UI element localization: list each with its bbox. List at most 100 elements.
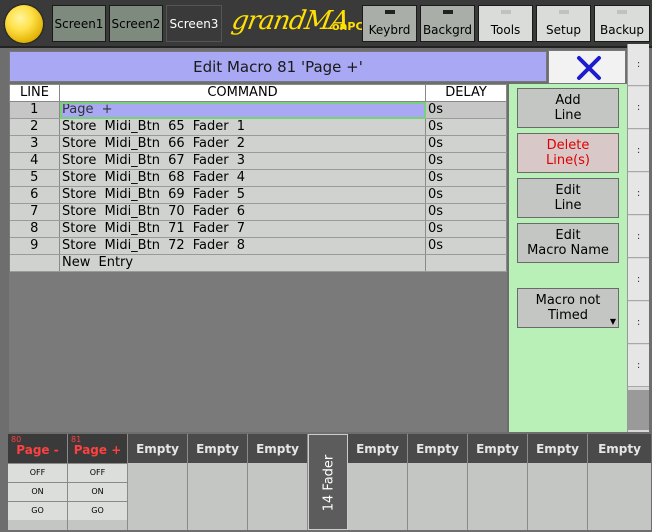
table-row[interactable]: 4 Store Midi_Btn 67 Fader 3 0s [9, 152, 507, 170]
command-cell[interactable]: Store Midi_Btn 65 Fader 1 [59, 118, 426, 136]
scroll-button-5[interactable]: : [628, 216, 649, 258]
scroll-button-3[interactable]: : [628, 130, 649, 172]
scroll-button-7[interactable]: : [628, 302, 649, 344]
new-entry-row[interactable]: New Entry [9, 254, 507, 272]
new-entry-cell[interactable]: New Entry [59, 254, 426, 272]
table-row[interactable]: 9 Store Midi_Btn 72 Fader 8 0s [9, 237, 507, 255]
edit-line-button[interactable]: Edit Line [517, 178, 619, 218]
executor-empty[interactable]: Empty [348, 434, 408, 530]
table-row[interactable]: 8 Store Midi_Btn 71 Fader 7 0s [9, 220, 507, 238]
action-panel: Add Line Delete Line(s) Edit Line Edit M… [509, 84, 627, 432]
executor-empty[interactable]: Empty [188, 434, 248, 530]
background-button[interactable]: Backgrd [420, 5, 475, 42]
executor-head[interactable]: 80 Page - [8, 434, 67, 463]
line-number-cell[interactable] [9, 254, 60, 272]
edit-macro-name-label-1: Edit [555, 228, 581, 243]
delay-cell[interactable]: 0s [425, 203, 507, 221]
add-line-label-1: Add [555, 93, 581, 108]
executor-empty[interactable]: Empty [528, 434, 588, 530]
delay-cell[interactable]: 0s [425, 186, 507, 204]
on-button[interactable]: ON [68, 482, 127, 501]
command-cell[interactable]: Store Midi_Btn 68 Fader 4 [59, 169, 426, 187]
executor-label: Empty [588, 434, 651, 463]
screen1-button[interactable]: Screen1 [52, 5, 106, 42]
line-number-cell[interactable]: 6 [9, 186, 60, 204]
off-button[interactable]: OFF [8, 463, 67, 482]
table-row[interactable]: 7 Store Midi_Btn 70 Fader 6 0s [9, 203, 507, 221]
scrollbar-thumb[interactable] [628, 390, 649, 430]
on-button[interactable]: ON [8, 482, 67, 501]
line-number-cell[interactable]: 2 [9, 118, 60, 136]
command-cell[interactable]: Store Midi_Btn 69 Fader 5 [59, 186, 426, 204]
line-number-cell[interactable]: 5 [9, 169, 60, 187]
line-number-cell[interactable]: 1 [9, 101, 60, 119]
edit-line-label-1: Edit [555, 183, 581, 198]
line-number-cell[interactable]: 3 [9, 135, 60, 153]
table-row[interactable]: 1 Page +0s [9, 101, 507, 119]
executor-empty[interactable]: Empty [408, 434, 468, 530]
delay-cell[interactable]: 0s [425, 101, 507, 119]
delay-cell[interactable]: 0s [425, 135, 507, 153]
command-cell[interactable]: Page + [59, 101, 426, 119]
executor-macro-80[interactable]: 80 Page - OFF ON GO [8, 434, 68, 530]
keyboard-button[interactable]: Keybrd [362, 5, 417, 42]
setup-button[interactable]: Setup [536, 5, 591, 42]
executor-empty[interactable]: Empty [248, 434, 308, 530]
add-line-button[interactable]: Add Line [517, 88, 619, 128]
table-row[interactable]: 2 Store Midi_Btn 65 Fader 1 0s [9, 118, 507, 136]
scroll-button-8[interactable]: : [628, 345, 649, 387]
delay-cell[interactable]: 0s [425, 152, 507, 170]
line-number-cell[interactable]: 9 [9, 237, 60, 255]
off-button[interactable]: OFF [68, 463, 127, 482]
scroll-button-2[interactable]: : [628, 87, 649, 129]
tools-button[interactable]: Tools [478, 5, 533, 42]
scroll-button-6[interactable]: : [628, 259, 649, 301]
executor-empty[interactable]: Empty [588, 434, 651, 530]
top-bar: Screen1 Screen2 Screen3 grandMA onPC Key… [0, 0, 652, 48]
delete-line-label-2: Line(s) [545, 153, 590, 168]
executor-label: Empty [468, 434, 527, 463]
command-cell[interactable]: Store Midi_Btn 67 Fader 3 [59, 152, 426, 170]
close-button[interactable] [548, 50, 626, 84]
macro-timing-dropdown[interactable]: Macro not Timed ▼ [517, 288, 619, 328]
executor-label: Empty [348, 434, 407, 463]
delay-cell[interactable]: 0s [425, 118, 507, 136]
table-row[interactable]: 5 Store Midi_Btn 68 Fader 4 0s [9, 169, 507, 187]
side-scrollbar[interactable]: : : : : : : : : [627, 44, 649, 432]
executor-bar: 80 Page - OFF ON GO 81 Page + OFF ON GO … [8, 434, 651, 530]
scroll-button-1[interactable]: : [628, 44, 649, 86]
fader-page-button[interactable]: 14 Fader [308, 434, 348, 530]
screen2-button[interactable]: Screen2 [109, 5, 163, 42]
command-cell[interactable]: Store Midi_Btn 66 Fader 2 [59, 135, 426, 153]
backup-button[interactable]: Backup [594, 5, 650, 42]
command-cell[interactable]: Store Midi_Btn 72 Fader 8 [59, 237, 426, 255]
column-header-delay[interactable]: DELAY [425, 84, 507, 102]
delete-lines-button[interactable]: Delete Line(s) [517, 133, 619, 173]
column-header-command[interactable]: COMMAND [59, 84, 426, 102]
executor-head[interactable]: 81 Page + [68, 434, 127, 463]
screen3-button[interactable]: Screen3 [166, 5, 222, 42]
scroll-button-4[interactable]: : [628, 173, 649, 215]
edit-macro-name-button[interactable]: Edit Macro Name [517, 223, 619, 263]
executor-label: Empty [408, 434, 467, 463]
executor-empty[interactable]: Empty [468, 434, 528, 530]
delete-line-label-1: Delete [546, 138, 590, 153]
status-lamp-icon [5, 5, 43, 43]
table-row[interactable]: 6 Store Midi_Btn 69 Fader 5 0s [9, 186, 507, 204]
executor-macro-81[interactable]: 81 Page + OFF ON GO [68, 434, 128, 530]
line-number-cell[interactable]: 7 [9, 203, 60, 221]
table-row[interactable]: 3 Store Midi_Btn 66 Fader 2 0s [9, 135, 507, 153]
go-button[interactable]: GO [68, 501, 127, 520]
command-cell[interactable]: Store Midi_Btn 71 Fader 7 [59, 220, 426, 238]
command-cell[interactable]: Store Midi_Btn 70 Fader 6 [59, 203, 426, 221]
executor-empty[interactable]: Empty [128, 434, 188, 530]
line-number-cell[interactable]: 4 [9, 152, 60, 170]
delay-cell[interactable] [425, 254, 507, 272]
delay-cell[interactable]: 0s [425, 220, 507, 238]
line-number-cell[interactable]: 8 [9, 220, 60, 238]
go-button[interactable]: GO [8, 501, 67, 520]
executor-label: Empty [128, 434, 187, 463]
column-header-line[interactable]: LINE [9, 84, 60, 102]
delay-cell[interactable]: 0s [425, 169, 507, 187]
delay-cell[interactable]: 0s [425, 237, 507, 255]
